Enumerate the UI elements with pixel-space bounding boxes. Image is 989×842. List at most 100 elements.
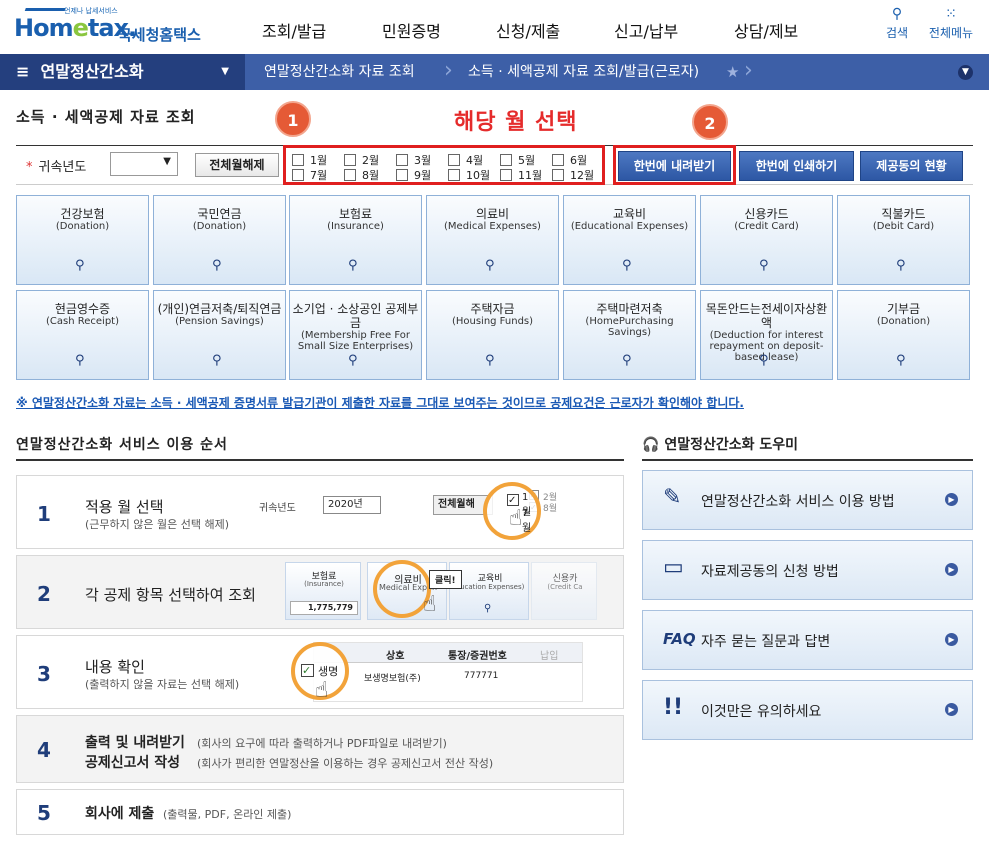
step-desc: (출력하지 않을 자료는 선택 해제) bbox=[85, 678, 240, 691]
step-3: 3 내용 확인 (출력하지 않을 자료는 선택 해제) 상호 통장/증권번호 납… bbox=[16, 635, 624, 709]
deduction-tile[interactable]: 교육비 (Educational Expenses) ⚲ bbox=[563, 195, 696, 285]
step3-table-illustration: 상호 통장/증권번호 납입 보생명보험(주) 777771 bbox=[313, 642, 583, 702]
hometax-logo[interactable]: 언제나 납세서비스 Hometax. 국세청홈택스 bbox=[14, 6, 204, 48]
step2-tile-card: 신용카 (Credit Ca bbox=[531, 562, 597, 620]
deduction-tile[interactable]: 현금영수증 (Cash Receipt) ⚲ bbox=[16, 290, 149, 380]
month-checkbox-7[interactable]: 7월 bbox=[292, 167, 327, 183]
dropdown-arrow-icon: ▼ bbox=[221, 66, 229, 77]
tile-title: 건강보험 bbox=[60, 207, 105, 221]
required-mark: * bbox=[26, 160, 33, 175]
month-checkbox-2[interactable]: 2월 bbox=[344, 152, 379, 168]
year-label: * 귀속년도 bbox=[26, 160, 87, 175]
grid-menu-icon: ⁙ bbox=[945, 6, 957, 22]
breadcrumb-item-2[interactable]: 소득 · 세액공제 자료 조회/발급(근로자) bbox=[468, 54, 699, 90]
month-checkbox-4[interactable]: 4월 bbox=[448, 152, 483, 168]
deduction-tile[interactable]: (개인)연금저축/퇴직연금 (Pension Savings) ⚲ bbox=[153, 290, 286, 380]
month-checkbox-6[interactable]: 6월 bbox=[552, 152, 587, 168]
search-icon: ⚲ bbox=[212, 353, 222, 368]
form-icon: ▭ bbox=[663, 555, 684, 580]
month-checkbox-10[interactable]: 10월 bbox=[448, 167, 490, 183]
search-icon: ⚲ bbox=[759, 353, 769, 368]
tile-subtitle: (Cash Receipt) bbox=[46, 316, 119, 327]
help-cautions[interactable]: !! 이것만은 유의하세요 ▶ bbox=[642, 680, 973, 740]
notice-link[interactable]: ※ 연말정산간소화 자료는 소득 · 세액공제 증명서류 발급기관이 제출한 자… bbox=[16, 394, 744, 411]
chevron-right-icon: ▶ bbox=[945, 563, 958, 576]
month-checkbox-group: 1월 2월 3월 4월 5월 6월 7월 8월 9월 10월 11월 12월 bbox=[283, 145, 605, 185]
deduction-tile[interactable]: 건강보험 (Donation) ⚲ bbox=[16, 195, 149, 285]
release-all-months-button[interactable]: 전체월해제 bbox=[195, 153, 279, 177]
step-badge-2: 2 bbox=[692, 104, 728, 140]
steps-title: 연말정산간소화 서비스 이용 순서 bbox=[16, 437, 228, 453]
hand-pointer-icon: ☝ bbox=[423, 592, 437, 617]
breadcrumb-bar: ≡ 연말정산간소화 ▼ 연말정산간소화 자료 조회 › 소득 · 세액공제 자료… bbox=[0, 54, 989, 90]
checkbox-checked-icon: ✓ bbox=[507, 494, 519, 506]
nav-inquiry[interactable]: 조회/발급 bbox=[262, 18, 326, 42]
search-icon: ⚲ bbox=[622, 353, 632, 368]
chevron-right-icon: ▶ bbox=[945, 493, 958, 506]
step-desc: (출력물, PDF, 온라인 제출) bbox=[163, 808, 292, 821]
tile-subtitle: (Donation) bbox=[55, 221, 110, 232]
help-consent-guide[interactable]: ▭ 자료제공동의 신청 방법 ▶ bbox=[642, 540, 973, 600]
help-faq[interactable]: FAQ 자주 묻는 질문과 답변 ▶ bbox=[642, 610, 973, 670]
deduction-tile[interactable]: 보험료 (Insurance) ⚲ bbox=[289, 195, 422, 285]
nav-consult[interactable]: 상담/제보 bbox=[734, 18, 798, 42]
page-title: 소득 · 세액공제 자료 조회 bbox=[16, 108, 196, 126]
search-button[interactable]: ⚲ 검색 bbox=[872, 6, 922, 41]
nav-filing[interactable]: 신고/납부 bbox=[614, 18, 678, 42]
help-usage-guide[interactable]: ✎ 연말정산간소화 서비스 이용 방법 ▶ bbox=[642, 470, 973, 530]
checkbox-checked-icon: ✓ bbox=[301, 664, 314, 677]
month-checkbox-5[interactable]: 5월 bbox=[500, 152, 535, 168]
tile-subtitle: (HomePurchasing Savings) bbox=[585, 316, 674, 338]
month-checkbox-12[interactable]: 12월 bbox=[552, 167, 594, 183]
deduction-tile[interactable]: 기부금 (Donation) ⚲ bbox=[837, 290, 970, 380]
tile-title: 국민연금 bbox=[197, 207, 242, 221]
tile-title: 기부금 bbox=[886, 302, 921, 316]
section-menu[interactable]: ≡ 연말정산간소화 ▼ bbox=[0, 54, 245, 90]
hamburger-icon: ≡ bbox=[16, 62, 30, 81]
deduction-tile[interactable]: 신용카드 (Credit Card) ⚲ bbox=[700, 195, 833, 285]
deduction-tile[interactable]: 소기업 · 소상공인 공제부금 (Membership Free For Smal… bbox=[289, 290, 422, 380]
search-icon: ⚲ bbox=[75, 258, 85, 273]
step1-illustration: 귀속년도 2020년 전체월해 2월 8월 ✓ ✓ bbox=[253, 490, 593, 526]
expand-down-icon[interactable]: ▼ bbox=[958, 65, 973, 80]
global-header: 언제나 납세서비스 Hometax. 국세청홈택스 조회/발급 민원증명 신청/… bbox=[0, 0, 989, 54]
favorite-star-icon[interactable]: ★ bbox=[726, 54, 739, 90]
chevron-down-icon: ▼ bbox=[163, 156, 171, 167]
deduction-tile[interactable]: 의료비 (Medical Expenses) ⚲ bbox=[426, 195, 559, 285]
deduction-tile[interactable]: 주택자금 (Housing Funds) ⚲ bbox=[426, 290, 559, 380]
click-tooltip: 클릭! bbox=[429, 570, 462, 589]
hand-pointer-icon: ☝ bbox=[509, 506, 523, 531]
deduction-tile[interactable]: 주택마련저축 (HomePurchasing Savings) ⚲ bbox=[563, 290, 696, 380]
tile-subtitle: (Membership Free For Small Size Enterpri… bbox=[297, 330, 414, 352]
step-desc: (근무하지 않은 월은 선택 해제) bbox=[85, 518, 230, 531]
tile-title: 보험료 bbox=[338, 207, 373, 221]
all-menu-button[interactable]: ⁙ 전체메뉴 bbox=[926, 6, 976, 41]
deduction-tile[interactable]: 직불카드 (Debit Card) ⚲ bbox=[837, 195, 970, 285]
tile-subtitle: (Debit Card) bbox=[872, 221, 935, 232]
month-checkbox-3[interactable]: 3월 bbox=[396, 152, 431, 168]
breadcrumb-item-1[interactable]: 연말정산간소화 자료 조회 bbox=[264, 54, 415, 90]
step-title-2: 공제신고서 작성 bbox=[85, 755, 181, 771]
month-checkbox-8[interactable]: 8월 bbox=[344, 167, 379, 183]
tile-title: 신용카드 bbox=[744, 207, 789, 221]
consent-status-button[interactable]: 제공동의 현황 bbox=[860, 151, 963, 181]
download-all-button[interactable]: 한번에 내려받기 bbox=[618, 151, 731, 181]
month-checkbox-1[interactable]: 1월 bbox=[292, 152, 327, 168]
month-checkbox-9[interactable]: 9월 bbox=[396, 167, 431, 183]
deduction-tile[interactable]: 목돈안드는전세이자상환액 (Deduction for interest repa… bbox=[700, 290, 833, 380]
tile-subtitle: (Pension Savings) bbox=[175, 316, 264, 327]
divider bbox=[642, 459, 973, 461]
print-all-button[interactable]: 한번에 인쇄하기 bbox=[739, 151, 854, 181]
search-icon: ⚲ bbox=[75, 353, 85, 368]
year-select[interactable]: ▼ bbox=[110, 152, 178, 176]
step-title: 적용 월 선택 bbox=[85, 498, 164, 516]
tile-subtitle: (Donation) bbox=[192, 221, 247, 232]
headset-icon: 🎧 bbox=[642, 437, 660, 453]
helper-title: 🎧 연말정산간소화 도우미 bbox=[642, 437, 798, 453]
deduction-tile[interactable]: 국민연금 (Donation) ⚲ bbox=[153, 195, 286, 285]
tile-title: 교육비 bbox=[612, 207, 647, 221]
month-checkbox-11[interactable]: 11월 bbox=[500, 167, 542, 183]
nav-certificate[interactable]: 민원증명 bbox=[382, 18, 441, 42]
step-5: 5 회사에 제출 (출력물, PDF, 온라인 제출) bbox=[16, 789, 624, 835]
nav-application[interactable]: 신청/제출 bbox=[496, 18, 560, 42]
